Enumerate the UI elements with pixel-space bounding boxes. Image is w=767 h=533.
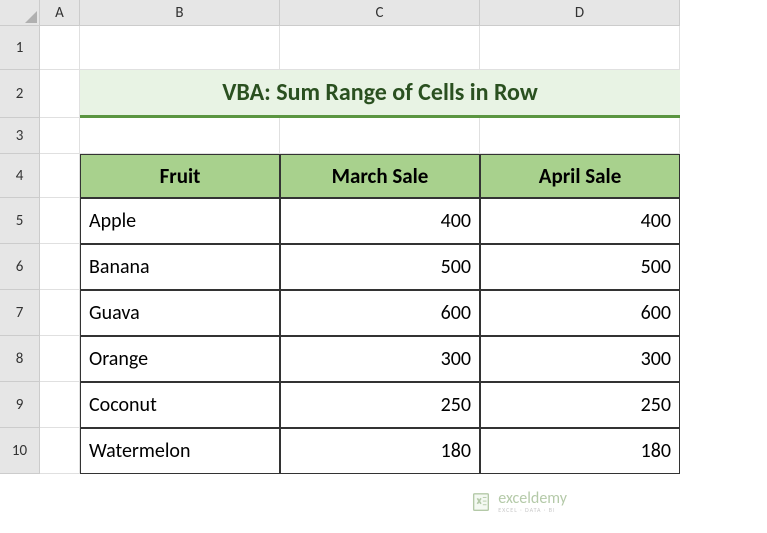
row-header-1[interactable]: 1 (0, 26, 40, 70)
cell-fruit-4[interactable]: Coconut (80, 382, 280, 428)
row-header-4[interactable]: 4 (0, 154, 40, 198)
cell-fruit-5[interactable]: Watermelon (80, 428, 280, 474)
cell-a1[interactable] (40, 26, 80, 70)
cell-april-5[interactable]: 180 (480, 428, 680, 474)
cell-c3[interactable] (280, 118, 480, 154)
excel-icon (470, 491, 492, 513)
title-cell[interactable]: VBA: Sum Range of Cells in Row (80, 70, 680, 118)
cell-a9[interactable] (40, 382, 80, 428)
cell-a3[interactable] (40, 118, 80, 154)
cell-a2[interactable] (40, 70, 80, 118)
row-header-7[interactable]: 7 (0, 290, 40, 336)
col-header-c[interactable]: C (280, 0, 480, 26)
cell-march-1[interactable]: 500 (280, 244, 480, 290)
col-header-b[interactable]: B (80, 0, 280, 26)
watermark-main: exceldemy (498, 491, 567, 507)
cell-april-3[interactable]: 300 (480, 336, 680, 382)
header-fruit[interactable]: Fruit (80, 154, 280, 198)
cell-fruit-0[interactable]: Apple (80, 198, 280, 244)
spreadsheet-grid: A B C D 1 2 VBA: Sum Range of Cells in R… (0, 0, 767, 474)
cell-april-0[interactable]: 400 (480, 198, 680, 244)
cell-march-0[interactable]: 400 (280, 198, 480, 244)
header-april[interactable]: April Sale (480, 154, 680, 198)
cell-march-2[interactable]: 600 (280, 290, 480, 336)
cell-march-4[interactable]: 250 (280, 382, 480, 428)
cell-c1[interactable] (280, 26, 480, 70)
row-header-8[interactable]: 8 (0, 336, 40, 382)
cell-b1[interactable] (80, 26, 280, 70)
select-all-corner[interactable] (0, 0, 40, 26)
cell-a5[interactable] (40, 198, 80, 244)
cell-march-5[interactable]: 180 (280, 428, 480, 474)
cell-april-2[interactable]: 600 (480, 290, 680, 336)
cell-april-1[interactable]: 500 (480, 244, 680, 290)
cell-a10[interactable] (40, 428, 80, 474)
cell-d3[interactable] (480, 118, 680, 154)
cell-a4[interactable] (40, 154, 80, 198)
cell-a7[interactable] (40, 290, 80, 336)
cell-march-3[interactable]: 300 (280, 336, 480, 382)
cell-fruit-2[interactable]: Guava (80, 290, 280, 336)
watermark-sub: EXCEL · DATA · BI (498, 507, 567, 513)
cell-april-4[interactable]: 250 (480, 382, 680, 428)
col-header-d[interactable]: D (480, 0, 680, 26)
cell-d1[interactable] (480, 26, 680, 70)
watermark: exceldemy EXCEL · DATA · BI (470, 491, 567, 513)
header-march[interactable]: March Sale (280, 154, 480, 198)
row-header-3[interactable]: 3 (0, 118, 40, 154)
row-header-10[interactable]: 10 (0, 428, 40, 474)
cell-a6[interactable] (40, 244, 80, 290)
row-header-9[interactable]: 9 (0, 382, 40, 428)
cell-fruit-1[interactable]: Banana (80, 244, 280, 290)
cell-b3[interactable] (80, 118, 280, 154)
row-header-2[interactable]: 2 (0, 70, 40, 118)
cell-a8[interactable] (40, 336, 80, 382)
row-header-5[interactable]: 5 (0, 198, 40, 244)
col-header-a[interactable]: A (40, 0, 80, 26)
cell-fruit-3[interactable]: Orange (80, 336, 280, 382)
row-header-6[interactable]: 6 (0, 244, 40, 290)
